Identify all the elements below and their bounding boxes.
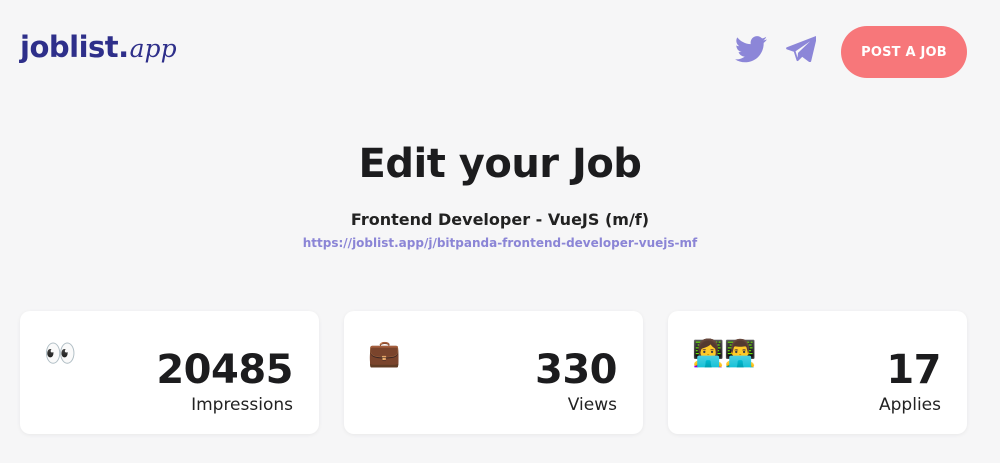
views-card: 💼 330 Views bbox=[344, 311, 643, 434]
impressions-card: 👀 20485 Impressions bbox=[20, 311, 319, 434]
page-title: Edit your Job bbox=[358, 141, 642, 187]
impressions-label: Impressions bbox=[191, 395, 293, 415]
briefcase-icon: 💼 bbox=[368, 339, 401, 369]
applies-value: 17 bbox=[886, 347, 941, 393]
logo-sub-text: app bbox=[129, 34, 177, 63]
telegram-link[interactable] bbox=[783, 33, 819, 65]
impressions-value: 20485 bbox=[156, 347, 293, 393]
views-value: 330 bbox=[535, 347, 618, 393]
header: joblist. app POST A JOB bbox=[0, 0, 1000, 100]
eyes-icon: 👀 bbox=[44, 339, 77, 369]
applies-card: 👩‍💻👨‍💻 17 Applies bbox=[668, 311, 967, 434]
post-job-button[interactable]: POST A JOB bbox=[841, 26, 967, 78]
job-url-link[interactable]: https://joblist.app/j/bitpanda-frontend-… bbox=[0, 236, 1000, 250]
job-title: Frontend Developer - VueJS (m/f) bbox=[350, 210, 650, 229]
logo[interactable]: joblist. app bbox=[20, 30, 177, 64]
logo-main-text: joblist. bbox=[20, 30, 129, 64]
technologists-icon: 👩‍💻👨‍💻 bbox=[692, 339, 757, 369]
telegram-paper-plane-icon bbox=[786, 36, 816, 62]
views-label: Views bbox=[567, 395, 617, 415]
applies-label: Applies bbox=[879, 395, 941, 415]
twitter-bird-icon bbox=[735, 35, 767, 62]
twitter-link[interactable] bbox=[733, 33, 769, 65]
